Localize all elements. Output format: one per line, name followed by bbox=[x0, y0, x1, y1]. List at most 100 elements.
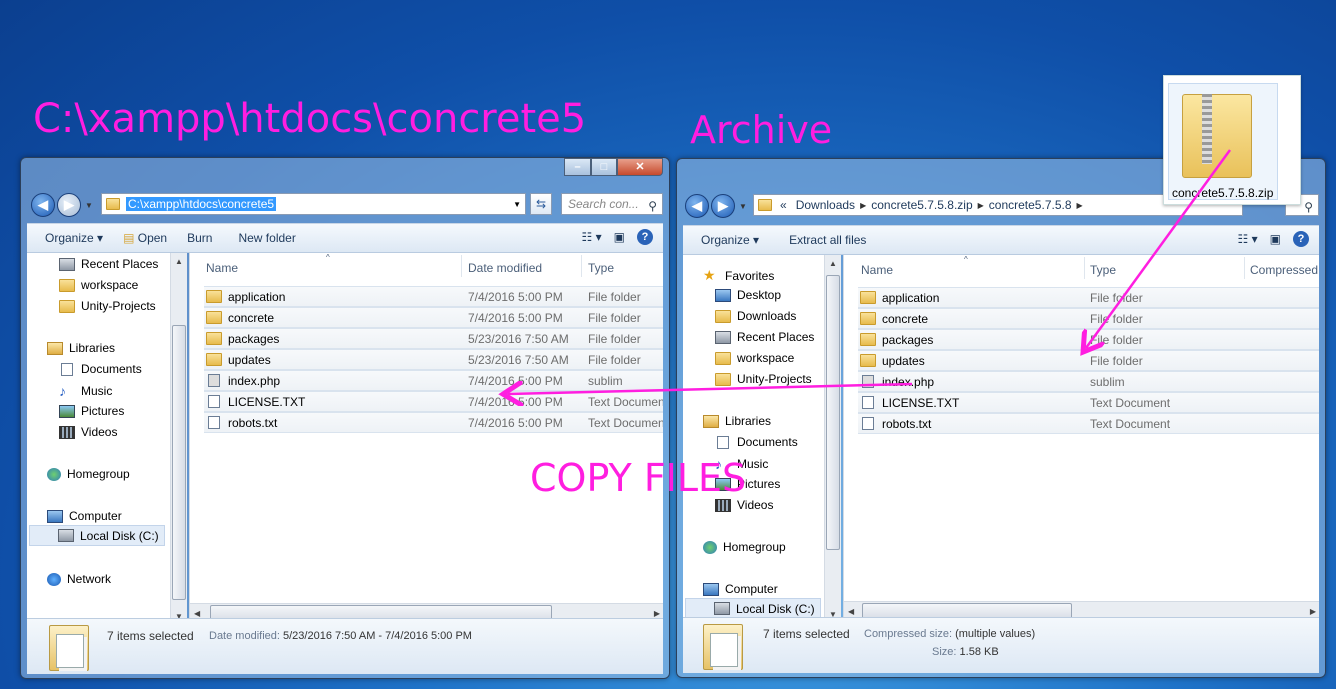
zip-file-desktop-icon[interactable]: concrete5.7.5.8.zip bbox=[1163, 75, 1301, 205]
breadcrumb-zip[interactable]: concrete5.7.5.8.zip bbox=[871, 198, 972, 212]
nav-item-homegroup[interactable]: Homegroup bbox=[703, 540, 786, 554]
compressed-size: Compressed size: (multiple values) bbox=[864, 628, 1036, 640]
file-row[interactable]: packages File folder bbox=[858, 329, 1319, 350]
address-bar[interactable]: C:\xampp\htdocs\concrete5 ▼ bbox=[101, 193, 526, 215]
breadcrumb-downloads[interactable]: Downloads bbox=[796, 198, 855, 212]
file-row[interactable]: robots.txt Text Document bbox=[858, 413, 1319, 434]
downloads-icon bbox=[715, 309, 731, 323]
breadcrumb-chevron-icon[interactable]: ▶ bbox=[978, 201, 984, 210]
file-row[interactable]: LICENSE.TXT Text Document bbox=[858, 392, 1319, 413]
preview-pane-icon[interactable]: ▣ bbox=[1270, 232, 1281, 246]
scroll-left-arrow[interactable]: ◀ bbox=[848, 607, 854, 616]
breadcrumb-current-folder[interactable]: concrete5.7.5.8 bbox=[989, 198, 1072, 212]
nav-item-unity-projects[interactable]: Unity-Projects bbox=[715, 372, 812, 386]
file-date: 7/4/2016 5:00 PM bbox=[468, 394, 563, 409]
nav-item-local-disk[interactable]: Local Disk (C:) bbox=[685, 598, 821, 619]
nav-item-libraries[interactable]: Libraries bbox=[47, 341, 115, 355]
column-divider[interactable] bbox=[1084, 257, 1085, 279]
organize-button[interactable]: Organize ▾ bbox=[701, 233, 759, 247]
nav-item-favorites[interactable]: ★ Favorites bbox=[703, 267, 774, 284]
scroll-up-arrow[interactable]: ▲ bbox=[829, 259, 837, 268]
sort-indicator: ^ bbox=[326, 253, 330, 262]
file-row[interactable]: application 7/4/2016 5:00 PM File folder bbox=[204, 286, 663, 307]
file-row[interactable]: robots.txt 7/4/2016 5:00 PM Text Documen bbox=[204, 412, 663, 433]
nav-pane-scrollbar[interactable]: ▲ ▼ bbox=[824, 255, 841, 621]
file-row[interactable]: concrete 7/4/2016 5:00 PM File folder bbox=[204, 307, 663, 328]
scroll-up-arrow[interactable]: ▲ bbox=[175, 257, 183, 266]
nav-item-music[interactable]: ♪ Music bbox=[59, 383, 112, 399]
file-row[interactable]: application File folder bbox=[858, 287, 1319, 308]
new-folder-button[interactable]: New folder bbox=[238, 231, 295, 245]
column-divider[interactable] bbox=[1244, 257, 1245, 279]
nav-item-documents[interactable]: Documents bbox=[59, 362, 142, 376]
column-header-date-modified[interactable]: Date modified bbox=[468, 261, 542, 275]
burn-button[interactable]: Burn bbox=[187, 231, 212, 245]
nav-item-computer[interactable]: Computer bbox=[47, 509, 122, 523]
address-dropdown[interactable]: ▼ bbox=[513, 200, 521, 209]
nav-item-homegroup[interactable]: Homegroup bbox=[47, 467, 130, 481]
refresh-button[interactable]: ⇆ bbox=[530, 193, 552, 215]
back-button[interactable]: ◀ bbox=[685, 194, 709, 218]
column-header-name[interactable]: Name bbox=[861, 263, 893, 277]
column-divider[interactable] bbox=[461, 255, 462, 277]
column-header-type[interactable]: Type bbox=[1090, 263, 1116, 277]
breadcrumb-chevron-icon[interactable]: ▶ bbox=[860, 201, 866, 210]
back-button[interactable]: ◀ bbox=[31, 193, 55, 217]
file-type: File folder bbox=[588, 289, 641, 304]
file-name: robots.txt bbox=[228, 415, 278, 430]
organize-button[interactable]: Organize ▾ bbox=[45, 231, 103, 245]
close-button[interactable]: ✕ bbox=[617, 158, 663, 176]
file-row[interactable]: index.php 7/4/2016 5:00 PM sublim bbox=[204, 370, 663, 391]
views-icon[interactable]: ☷ ▾ bbox=[1238, 232, 1258, 246]
nav-item-recent-places[interactable]: Recent Places bbox=[715, 330, 814, 344]
column-divider[interactable] bbox=[581, 255, 582, 277]
file-type: File folder bbox=[588, 352, 641, 367]
forward-button[interactable]: ▶ bbox=[711, 194, 735, 218]
search-input[interactable]: Search con... ⚲ bbox=[561, 193, 663, 215]
file-row[interactable]: index.php sublim bbox=[858, 371, 1319, 392]
nav-item-downloads[interactable]: Downloads bbox=[715, 309, 796, 323]
file-row[interactable]: updates File folder bbox=[858, 350, 1319, 371]
nav-scroll-thumb[interactable] bbox=[172, 325, 186, 600]
minimize-button[interactable]: – bbox=[564, 158, 591, 176]
preview-pane-icon[interactable]: ▣ bbox=[614, 230, 625, 244]
file-name: packages bbox=[882, 332, 934, 347]
open-button[interactable]: ▤ Open bbox=[123, 231, 167, 245]
nav-item-videos[interactable]: Videos bbox=[715, 498, 773, 512]
forward-button[interactable]: ▶ bbox=[57, 193, 81, 217]
help-icon[interactable]: ? bbox=[1293, 231, 1309, 247]
maximize-button[interactable]: □ bbox=[591, 158, 617, 176]
nav-item-libraries[interactable]: Libraries bbox=[703, 414, 771, 428]
nav-scroll-thumb[interactable] bbox=[826, 275, 840, 550]
breadcrumb-overflow[interactable]: « bbox=[780, 198, 787, 212]
file-row[interactable]: LICENSE.TXT 7/4/2016 5:00 PM Text Docume… bbox=[204, 391, 663, 412]
scroll-left-arrow[interactable]: ◀ bbox=[194, 609, 200, 618]
breadcrumb-chevron-icon[interactable]: ▶ bbox=[1077, 201, 1083, 210]
nav-item-workspace[interactable]: workspace bbox=[715, 351, 794, 365]
extract-all-button[interactable]: Extract all files bbox=[789, 233, 866, 247]
views-icon[interactable]: ☷ ▾ bbox=[582, 230, 602, 244]
nav-item-computer[interactable]: Computer bbox=[703, 582, 778, 596]
nav-pane-scrollbar[interactable]: ▲ ▼ bbox=[170, 253, 187, 623]
address-text[interactable]: C:\xampp\htdocs\concrete5 bbox=[126, 197, 277, 211]
column-header-type[interactable]: Type bbox=[588, 261, 614, 275]
file-row[interactable]: packages 5/23/2016 7:50 AM File folder bbox=[204, 328, 663, 349]
nav-item-videos[interactable]: Videos bbox=[59, 425, 117, 439]
file-row[interactable]: updates 5/23/2016 7:50 AM File folder bbox=[204, 349, 663, 370]
column-header-name[interactable]: Name bbox=[206, 261, 238, 275]
nav-item-pictures[interactable]: Pictures bbox=[59, 404, 124, 418]
nav-item-workspace[interactable]: workspace bbox=[59, 278, 138, 292]
help-icon[interactable]: ? bbox=[637, 229, 653, 245]
nav-item-local-disk[interactable]: Local Disk (C:) bbox=[29, 525, 165, 546]
recent-pages-dropdown[interactable]: ▼ bbox=[85, 201, 93, 210]
nav-item-documents[interactable]: Documents bbox=[715, 435, 798, 449]
nav-item-unity-projects[interactable]: Unity-Projects bbox=[59, 299, 156, 313]
nav-item-network[interactable]: Network bbox=[47, 572, 111, 586]
nav-item-recent-places[interactable]: Recent Places bbox=[59, 257, 158, 271]
recent-pages-dropdown[interactable]: ▼ bbox=[739, 202, 747, 211]
scroll-right-arrow[interactable]: ▶ bbox=[654, 609, 660, 618]
column-header-compressed[interactable]: Compressed bbox=[1250, 263, 1318, 277]
file-row[interactable]: concrete File folder bbox=[858, 308, 1319, 329]
nav-item-desktop[interactable]: Desktop bbox=[715, 288, 781, 302]
scroll-right-arrow[interactable]: ▶ bbox=[1310, 607, 1316, 616]
